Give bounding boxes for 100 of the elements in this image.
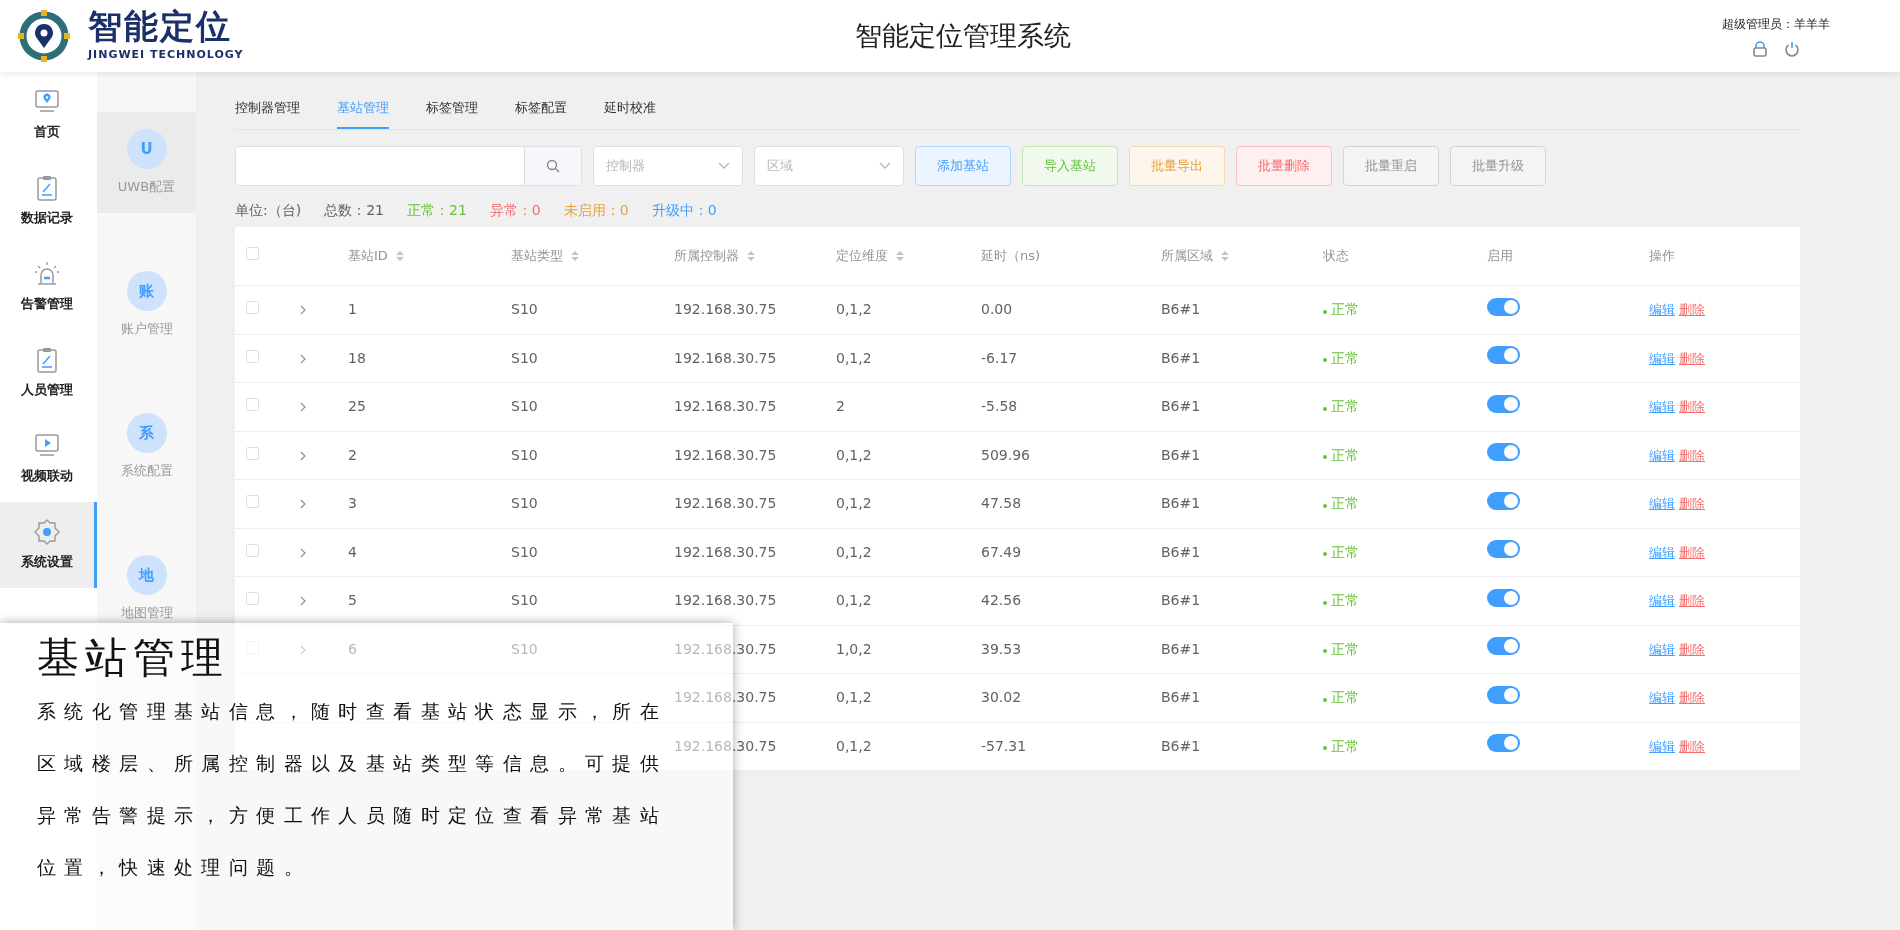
checkbox[interactable] (246, 495, 259, 509)
edit-link[interactable]: 编辑 (1649, 494, 1675, 514)
action-button[interactable]: 批量升级 (1450, 146, 1546, 186)
edit-link[interactable]: 编辑 (1649, 736, 1675, 756)
edit-link[interactable]: 编辑 (1649, 348, 1675, 368)
table-cell: 18 (348, 349, 366, 366)
sidebar-item[interactable]: 数据记录 (0, 158, 97, 244)
subnav-item[interactable]: 系 系统配置 (97, 396, 196, 497)
delete-link[interactable]: 删除 (1679, 348, 1705, 368)
action-button[interactable]: 导入基站 (1022, 146, 1118, 186)
column-header[interactable]: 所属区域 (1161, 246, 1229, 266)
checkbox[interactable] (246, 247, 259, 261)
table-cell: 192.168.30.75 (674, 398, 777, 415)
delete-link[interactable]: 删除 (1679, 397, 1705, 417)
table-cell: 0,1,2 (836, 737, 872, 754)
chevron-right-icon[interactable] (300, 450, 306, 461)
column-header[interactable]: 定位维度 (836, 246, 904, 266)
sort-icon[interactable] (571, 251, 579, 261)
delete-link[interactable]: 删除 (1679, 736, 1705, 756)
tab[interactable]: 基站管理 (337, 97, 389, 129)
toggle-switch[interactable] (1487, 443, 1520, 462)
table-cell: B6#1 (1161, 640, 1201, 657)
toggle-switch[interactable] (1487, 588, 1520, 607)
delete-link[interactable]: 删除 (1679, 591, 1705, 611)
delete-link[interactable]: 删除 (1679, 445, 1705, 465)
toggle-switch[interactable] (1487, 540, 1520, 559)
edit-link[interactable]: 编辑 (1649, 591, 1675, 611)
action-button[interactable]: 添加基站 (915, 146, 1011, 186)
table-cell: S10 (511, 446, 538, 463)
toggle-switch[interactable] (1487, 734, 1520, 753)
checkbox[interactable] (246, 398, 259, 412)
table-cell: S10 (511, 349, 538, 366)
column-header[interactable]: 所属控制器 (674, 246, 755, 266)
delete-link[interactable]: 删除 (1679, 494, 1705, 514)
stat-text: 升级中：0 (651, 201, 717, 220)
toggle-switch[interactable] (1487, 346, 1520, 365)
power-icon[interactable] (1784, 41, 1800, 57)
column-header[interactable]: 基站ID (348, 246, 404, 266)
tab[interactable]: 控制器管理 (235, 97, 300, 129)
delete-link[interactable]: 删除 (1679, 688, 1705, 708)
checkbox[interactable] (246, 349, 259, 363)
search-field[interactable] (235, 146, 582, 186)
column-header[interactable]: 基站类型 (511, 246, 579, 266)
chevron-right-icon[interactable] (300, 547, 306, 558)
edit-link[interactable]: 编辑 (1649, 639, 1675, 659)
edit-link[interactable]: 编辑 (1649, 300, 1675, 320)
chevron-right-icon[interactable] (300, 644, 306, 655)
panel-title: 基站管理 (37, 635, 229, 682)
table-cell: 6 (348, 640, 357, 657)
delete-link[interactable]: 删除 (1679, 639, 1705, 659)
tab[interactable]: 标签配置 (515, 97, 567, 129)
toggle-switch[interactable] (1487, 637, 1520, 656)
column-header: 状态 (1323, 247, 1349, 266)
dropdown[interactable]: 区域 (754, 146, 904, 186)
chevron-right-icon[interactable] (300, 499, 306, 510)
toggle-switch[interactable] (1487, 394, 1520, 413)
table-cell: -57.31 (981, 737, 1027, 754)
sidebar-item[interactable]: 人员管理 (0, 330, 97, 416)
tab[interactable]: 延时校准 (604, 97, 656, 129)
sidebar-item[interactable]: 告警管理 (0, 244, 97, 330)
toggle-switch[interactable] (1487, 491, 1520, 510)
subnav-item[interactable]: U UWB配置 (97, 112, 196, 213)
checkbox[interactable] (246, 592, 259, 606)
action-button[interactable]: 批量删除 (1236, 146, 1332, 186)
delete-link[interactable]: 删除 (1679, 300, 1705, 320)
checkbox[interactable] (246, 301, 259, 315)
checkbox[interactable] (246, 543, 259, 557)
edit-link[interactable]: 编辑 (1649, 688, 1675, 708)
dropdown[interactable]: 控制器 (593, 146, 743, 186)
sidebar-item[interactable]: 首页 (0, 72, 97, 158)
chevron-right-icon[interactable] (300, 305, 306, 316)
sort-icon[interactable] (896, 251, 904, 261)
toggle-switch[interactable] (1487, 685, 1520, 704)
chevron-down-icon (718, 162, 730, 170)
edit-link[interactable]: 编辑 (1649, 445, 1675, 465)
table-cell: 25 (348, 398, 366, 415)
sort-icon[interactable] (395, 251, 404, 261)
table-cell: 0,1,2 (836, 592, 872, 609)
action-button[interactable]: 批量导出 (1129, 146, 1225, 186)
table-cell: 192.168.30.75 (674, 592, 777, 609)
lock-icon[interactable] (1752, 41, 1768, 57)
table-cell: 42.56 (981, 592, 1022, 609)
sidebar-item[interactable]: 系统设置 (0, 502, 97, 588)
toggle-switch[interactable] (1487, 297, 1520, 316)
edit-link[interactable]: 编辑 (1649, 397, 1675, 417)
tab[interactable]: 标签管理 (426, 97, 478, 129)
search-button[interactable] (524, 147, 581, 185)
sidebar-item[interactable]: 视频联动 (0, 416, 97, 502)
edit-link[interactable]: 编辑 (1649, 542, 1675, 562)
action-button[interactable]: 批量重启 (1343, 146, 1439, 186)
status-dot (1323, 649, 1327, 654)
chevron-right-icon[interactable] (300, 353, 306, 364)
table-cell: B6#1 (1161, 495, 1201, 512)
sort-icon[interactable] (747, 251, 755, 261)
subnav-item[interactable]: 账 账户管理 (97, 254, 196, 355)
sort-icon[interactable] (1221, 251, 1229, 261)
delete-link[interactable]: 删除 (1679, 542, 1705, 562)
chevron-right-icon[interactable] (300, 402, 306, 413)
chevron-right-icon[interactable] (300, 596, 306, 607)
checkbox[interactable] (246, 446, 259, 460)
